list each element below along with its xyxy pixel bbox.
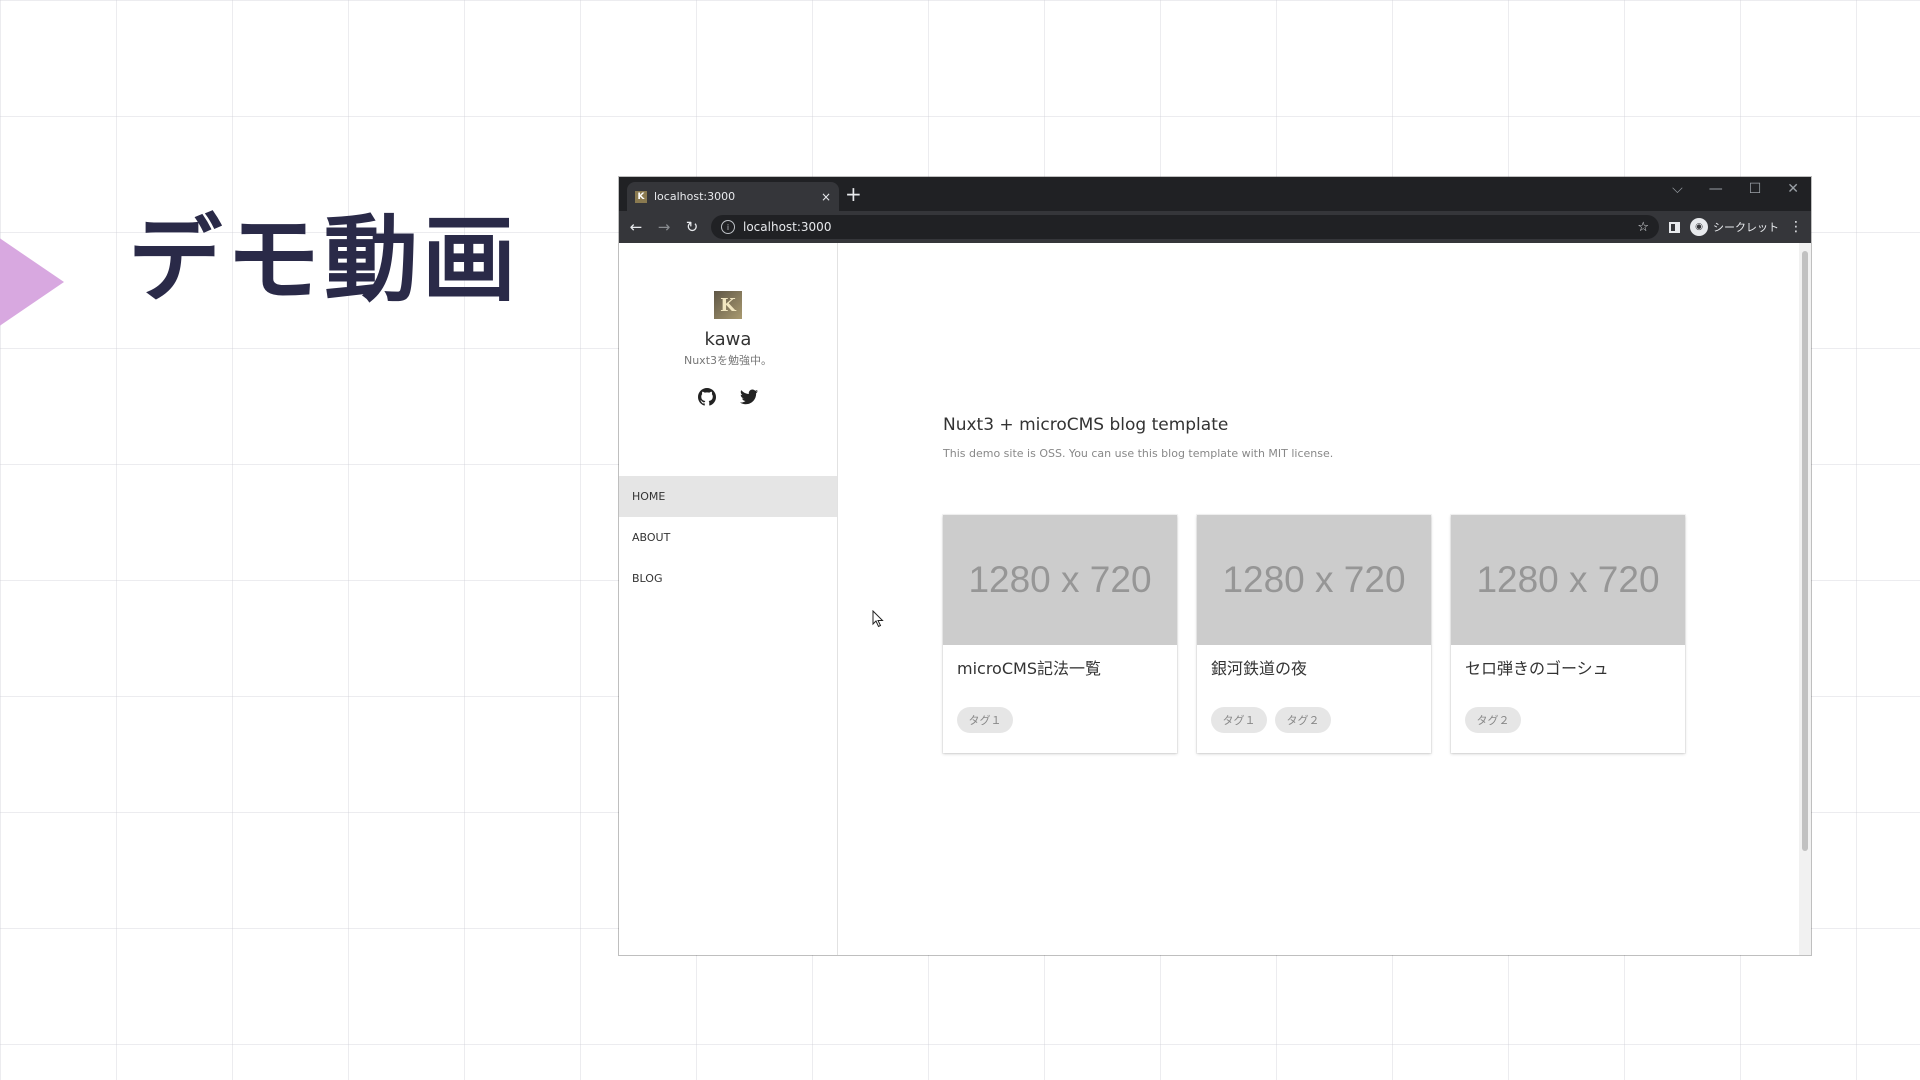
window-controls: ⌵ — ☐ ✕: [1672, 181, 1799, 197]
avatar: K: [714, 291, 742, 319]
nav-item-about[interactable]: ABOUT: [619, 517, 837, 558]
card-tags: タグ２: [1465, 707, 1521, 733]
address-url[interactable]: localhost:3000: [743, 220, 1629, 234]
github-icon[interactable]: [697, 387, 717, 407]
site-description: Nuxt3を勉強中。: [683, 354, 773, 367]
browser-window: K localhost:3000 × + ⌵ — ☐ ✕ ← → ↻ i loc…: [619, 177, 1811, 955]
social-links: [619, 387, 837, 407]
tag-chip[interactable]: タグ１: [957, 707, 1013, 733]
browser-titlebar: K localhost:3000 × + ⌵ — ☐ ✕: [619, 177, 1811, 211]
card-title[interactable]: microCMS記法一覧: [957, 655, 1101, 679]
twitter-icon[interactable]: [739, 387, 759, 407]
card-image-placeholder: 1280 x 720: [1451, 515, 1685, 645]
card-title[interactable]: セロ弾きのゴーシュ: [1465, 655, 1609, 679]
forward-button[interactable]: →: [655, 218, 673, 236]
tag-chip[interactable]: タグ１: [1211, 707, 1267, 733]
scroll-thumb[interactable]: [1802, 251, 1808, 851]
favicon-icon: K: [635, 190, 647, 203]
incognito-label: シークレット: [1713, 221, 1779, 234]
nav-item-home[interactable]: HOME: [619, 476, 837, 517]
tag-chip[interactable]: タグ２: [1275, 707, 1331, 733]
tab-close-icon[interactable]: ×: [821, 190, 831, 204]
site-name: kawa: [704, 329, 752, 350]
card-tags: タグ１ タグ２: [1211, 707, 1331, 733]
blog-card[interactable]: 1280 x 720 銀河鉄道の夜 タグ１ タグ２: [1197, 515, 1431, 753]
toolbar-right: ◉ シークレット ⋮: [1669, 218, 1803, 236]
card-tags: タグ１: [957, 707, 1013, 733]
browser-tab[interactable]: K localhost:3000 ×: [627, 182, 839, 211]
site-nav: HOME ABOUT BLOG: [619, 476, 837, 599]
address-bar[interactable]: i localhost:3000 ☆: [711, 215, 1659, 239]
tag-chip[interactable]: タグ２: [1465, 707, 1521, 733]
back-button[interactable]: ←: [627, 218, 645, 236]
minimize-button[interactable]: —: [1709, 181, 1723, 197]
tab-search-icon[interactable]: ⌵: [1672, 181, 1683, 197]
blog-card[interactable]: 1280 x 720 microCMS記法一覧 タグ１: [943, 515, 1177, 753]
bookmark-star-icon[interactable]: ☆: [1637, 220, 1649, 235]
page-viewport: K kawa Nuxt3を勉強中。 HOME ABOUT BLOG Nuxt3 …: [619, 243, 1811, 955]
nav-item-blog[interactable]: BLOG: [619, 558, 837, 599]
main-content: Nuxt3 + microCMS blog template This demo…: [837, 243, 1799, 955]
reload-button[interactable]: ↻: [683, 218, 701, 236]
incognito-button[interactable]: ◉ シークレット: [1690, 218, 1779, 236]
card-image-placeholder: 1280 x 720: [943, 515, 1177, 645]
card-image-placeholder: 1280 x 720: [1197, 515, 1431, 645]
page-scrollbar[interactable]: [1799, 243, 1811, 955]
close-window-button[interactable]: ✕: [1787, 181, 1799, 197]
maximize-button[interactable]: ☐: [1749, 181, 1762, 197]
incognito-icon: ◉: [1690, 218, 1708, 236]
browser-menu-icon[interactable]: ⋮: [1789, 219, 1803, 235]
site-info-icon[interactable]: i: [721, 220, 735, 234]
card-title[interactable]: 銀河鉄道の夜: [1211, 655, 1307, 679]
page-description: This demo site is OSS. You can use this …: [943, 447, 1334, 460]
blog-card[interactable]: 1280 x 720 セロ弾きのゴーシュ タグ２: [1451, 515, 1685, 753]
slide-title: デモ動画: [128, 206, 521, 315]
page-title: Nuxt3 + microCMS blog template: [943, 415, 1229, 435]
side-panel-icon[interactable]: [1669, 221, 1680, 233]
slide-arrow: [0, 218, 64, 346]
new-tab-button[interactable]: +: [845, 183, 862, 205]
tab-title: localhost:3000: [654, 190, 736, 203]
browser-toolbar: ← → ↻ i localhost:3000 ☆ ◉ シークレット ⋮: [619, 211, 1811, 243]
site-sidebar: K kawa Nuxt3を勉強中。 HOME ABOUT BLOG: [619, 243, 838, 955]
card-list: 1280 x 720 microCMS記法一覧 タグ１ 1280 x 720 銀…: [943, 515, 1685, 753]
mouse-cursor-icon: [872, 609, 884, 632]
